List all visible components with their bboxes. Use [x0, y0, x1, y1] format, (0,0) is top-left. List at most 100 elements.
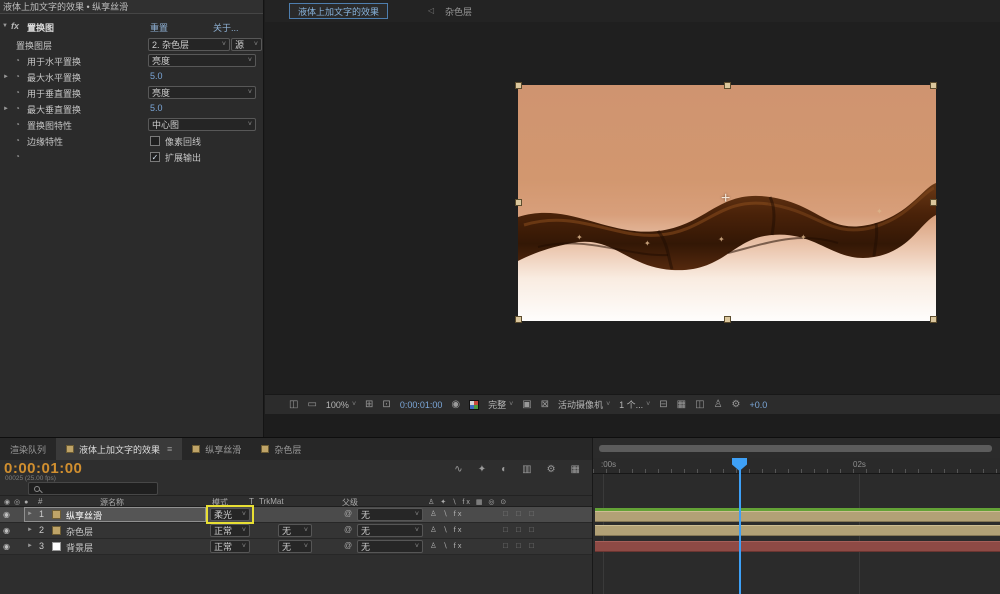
stopwatch-icon[interactable]: ◔	[15, 56, 20, 65]
grid-options-icon[interactable]: ⊞	[365, 399, 373, 410]
eye-icon[interactable]: ◉	[3, 526, 10, 535]
composition-image[interactable]: ✦ ✦ ✦ ✦ ✦ +	[518, 85, 936, 321]
time-ruler[interactable]: :00s 02s	[593, 458, 1000, 474]
search-input[interactable]	[28, 482, 158, 495]
selection-handle-bottom-left[interactable]	[515, 316, 522, 323]
trkmat-select[interactable]: 无 ˅	[278, 540, 312, 553]
tab-liquid-text-comp[interactable]: 液体上加文字的效果 ≡	[56, 438, 182, 460]
parent-select[interactable]: 无 ˅	[357, 524, 423, 537]
flowchart-button-icon[interactable]: ♙	[714, 399, 723, 410]
max-vertical-value[interactable]: 5.0	[150, 103, 163, 113]
resolution-select[interactable]: 完整 ˅	[488, 398, 513, 411]
layer-color-chip[interactable]	[52, 542, 61, 551]
blend-mode-select[interactable]: 正常 ˅	[210, 540, 250, 553]
viewer-tab-noise-layer[interactable]: 杂色层	[445, 5, 472, 18]
about-effect-link[interactable]: 关于...	[213, 21, 239, 34]
layer-switch-boxes[interactable]: □ □ □	[503, 509, 537, 518]
selection-handle-mid-left[interactable]	[515, 199, 522, 206]
blend-mode-select[interactable]: 正常 ˅	[210, 524, 250, 537]
blend-mode-select[interactable]: 柔光 ˅	[210, 508, 250, 521]
layer-name[interactable]: 杂色层	[66, 525, 93, 538]
fast-preview-icon[interactable]: ▦	[677, 399, 686, 410]
stopwatch-icon[interactable]: ◔	[15, 88, 20, 97]
tab-render-queue[interactable]: 渲染队列	[0, 438, 56, 460]
screen-icon[interactable]: ▭	[307, 399, 316, 410]
parent-select[interactable]: 无 ˅	[357, 508, 423, 521]
displacement-layer-select[interactable]: 2. 杂色层 ˅	[148, 38, 230, 51]
exposure-value[interactable]: +0.0	[750, 400, 768, 410]
layer-switch-icons[interactable]: ♙ ∖ fx	[430, 525, 464, 534]
layer-name[interactable]: 纵享丝滑	[66, 509, 102, 522]
vertical-use-select[interactable]: 亮度 ˅	[148, 86, 256, 99]
twirl-down-icon[interactable]: ▼	[2, 23, 8, 29]
region-of-interest-icon[interactable]: ▣	[522, 399, 531, 410]
time-navigator-bar[interactable]	[599, 445, 992, 452]
map-behavior-select[interactable]: 中心图 ˅	[148, 118, 256, 131]
layer-color-chip[interactable]	[52, 510, 61, 519]
pickwhip-icon[interactable]: @	[344, 509, 352, 518]
layer-switch-icons[interactable]: ♙ ∖ fx	[430, 509, 464, 518]
stopwatch-icon[interactable]: ◔	[15, 72, 20, 81]
snapshot-icon[interactable]: ◉	[451, 399, 460, 410]
eye-icon[interactable]: ◉	[3, 542, 10, 551]
trkmat-select[interactable]: 无 ˅	[278, 524, 312, 537]
horizontal-use-select[interactable]: 亮度 ˅	[148, 54, 256, 67]
zoom-select[interactable]: 100% ˅	[326, 400, 356, 410]
timeline-button-icon[interactable]: ◫	[695, 399, 704, 410]
layer-row-1[interactable]: ◉ ► 1 纵享丝滑 柔光 ˅ @ 无 ˅ ♙ ∖ fx □ □ □	[0, 507, 592, 523]
tab-back-arrow-icon[interactable]: ◁	[428, 6, 434, 15]
frame-blend-icon[interactable]: ▥	[522, 464, 531, 475]
tab-noise-layer[interactable]: 杂色层	[251, 438, 311, 460]
column-hash[interactable]: #	[38, 497, 42, 506]
mask-visibility-icon[interactable]: ⊡	[382, 399, 390, 410]
layer-anchor-point-icon[interactable]: +	[721, 190, 730, 208]
stopwatch-icon[interactable]: ◔	[15, 152, 20, 161]
gear-icon[interactable]: ⚙	[732, 399, 741, 410]
layer-row-3[interactable]: ◉ ► 3 背景层 正常 ˅ 无 ˅ @ 无 ˅ ♙ ∖ fx	[0, 539, 592, 555]
stopwatch-icon[interactable]: ◔	[15, 120, 20, 129]
pickwhip-icon[interactable]: @	[344, 525, 352, 534]
viewer-timecode[interactable]: 0:00:01:00	[400, 400, 443, 410]
draft-3d-icon[interactable]: ✦	[478, 464, 486, 475]
column-t[interactable]: T	[249, 497, 254, 506]
layer-color-chip[interactable]	[52, 526, 61, 535]
selection-handle-top-center[interactable]	[724, 82, 731, 89]
mini-flowchart-icon[interactable]: ∿	[454, 464, 462, 475]
wrap-pixels-checkbox[interactable]	[150, 136, 160, 146]
selection-handle-top-right[interactable]	[930, 82, 937, 89]
selection-handle-bottom-right[interactable]	[930, 316, 937, 323]
graph-editor-icon[interactable]: ▦	[571, 464, 580, 475]
reset-effect-link[interactable]: 重置	[150, 21, 168, 34]
twirl-right-icon[interactable]: ►	[27, 527, 33, 533]
eye-icon[interactable]: ◉	[3, 510, 10, 519]
view-layout-select[interactable]: 1 个... ˅	[619, 398, 650, 411]
transparency-grid-icon[interactable]: ⊠	[541, 399, 549, 410]
stopwatch-icon[interactable]: ◔	[15, 136, 20, 145]
layer3-duration-bar[interactable]	[595, 541, 1000, 552]
layer-switch-icons[interactable]: ♙ ∖ fx	[430, 541, 464, 550]
displacement-source-select[interactable]: 源 ˅	[231, 38, 262, 51]
selection-handle-bottom-center[interactable]	[724, 316, 731, 323]
layer2-duration-bar[interactable]	[595, 525, 1000, 536]
parent-select[interactable]: 无 ˅	[357, 540, 423, 553]
timeline-track-area[interactable]: :00s 02s	[592, 438, 1000, 594]
layer-name[interactable]: 背景层	[66, 541, 93, 554]
tab-silky-smooth[interactable]: 纵享丝滑	[182, 438, 251, 460]
viewer-tab-active[interactable]: 液体上加文字的效果	[289, 3, 388, 19]
twirl-right-icon[interactable]: ►	[27, 543, 33, 549]
panel-menu-icon[interactable]: ≡	[167, 444, 172, 454]
camera-view-select[interactable]: 活动摄像机 ˅	[558, 398, 610, 411]
layer1-duration-bar[interactable]	[595, 511, 1000, 522]
playhead-line[interactable]	[739, 458, 741, 594]
layer-switch-boxes[interactable]: □ □ □	[503, 525, 537, 534]
max-horizontal-value[interactable]: 5.0	[150, 71, 163, 81]
twirl-right-icon[interactable]: ►	[27, 511, 33, 517]
motion-blur-icon[interactable]: ◐	[501, 464, 507, 475]
twirl-right-icon[interactable]: ►	[3, 106, 9, 112]
monitor-icon[interactable]: ◫	[289, 399, 298, 410]
pickwhip-icon[interactable]: @	[344, 541, 352, 550]
twirl-right-icon[interactable]: ►	[3, 74, 9, 80]
expand-output-checkbox[interactable]: ✓	[150, 152, 160, 162]
channel-select-icon[interactable]	[469, 400, 479, 410]
pixel-aspect-icon[interactable]: ⊟	[659, 399, 667, 410]
